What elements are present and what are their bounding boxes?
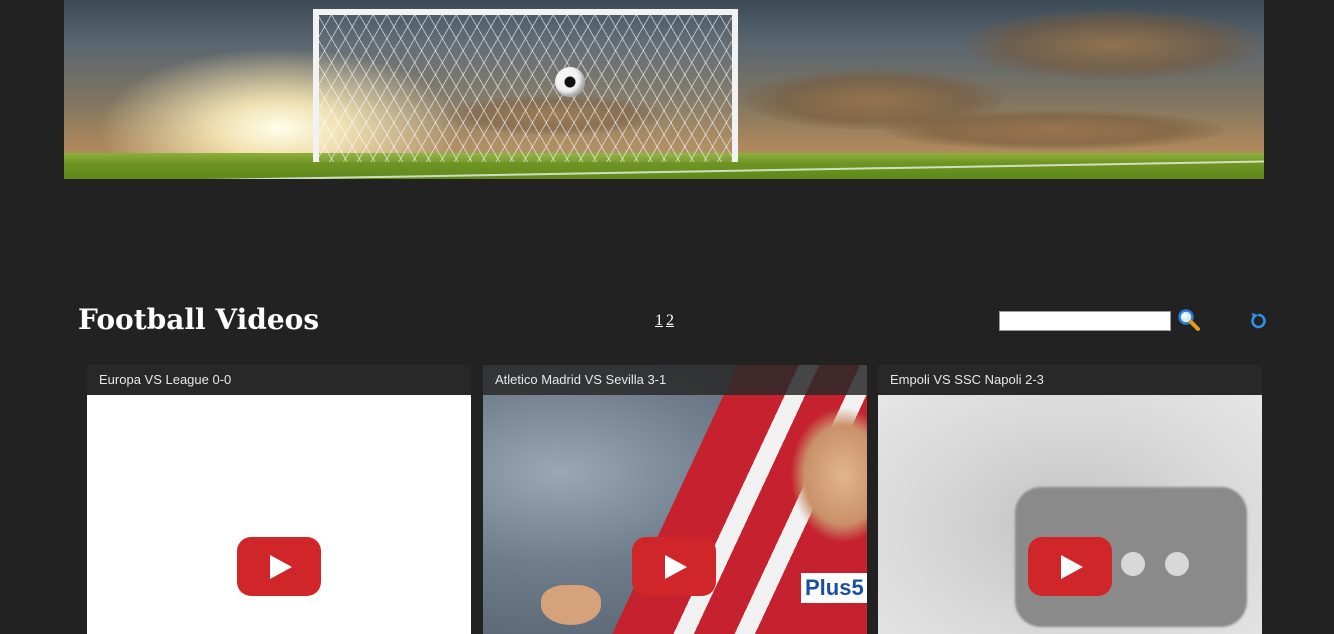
video-thumbnail — [87, 395, 471, 634]
youtube-play-icon[interactable] — [237, 537, 321, 596]
video-card[interactable]: Europa VS League 0-0 — [87, 365, 471, 634]
page-title: Football Videos — [78, 303, 320, 336]
youtube-play-icon[interactable] — [1028, 537, 1112, 596]
page-link-2[interactable]: 2 — [666, 312, 674, 329]
refresh-icon[interactable] — [1249, 311, 1269, 331]
page-link-1[interactable]: 1 — [655, 312, 663, 329]
goal-net — [313, 9, 738, 162]
search-input[interactable] — [999, 311, 1171, 331]
video-title: Empoli VS SSC Napoli 2-3 — [878, 365, 1262, 395]
page: Football Videos 12 Europa VS League 0-0 … — [0, 0, 1334, 634]
youtube-play-icon[interactable] — [632, 537, 716, 596]
video-thumbnail — [878, 395, 1262, 634]
video-card[interactable]: Plus5 Atletico Madrid VS Sevilla 3-1 — [483, 365, 867, 634]
header-banner-image — [64, 0, 1264, 179]
video-title: Europa VS League 0-0 — [87, 365, 471, 395]
jersey-sponsor-text: Plus5 — [801, 573, 867, 603]
magnifier-icon[interactable] — [1177, 308, 1201, 332]
pagination: 12 — [655, 312, 677, 330]
soccer-ball-icon — [555, 67, 585, 97]
video-title: Atletico Madrid VS Sevilla 3-1 — [483, 365, 867, 395]
video-card[interactable]: Empoli VS SSC Napoli 2-3 — [878, 365, 1262, 634]
